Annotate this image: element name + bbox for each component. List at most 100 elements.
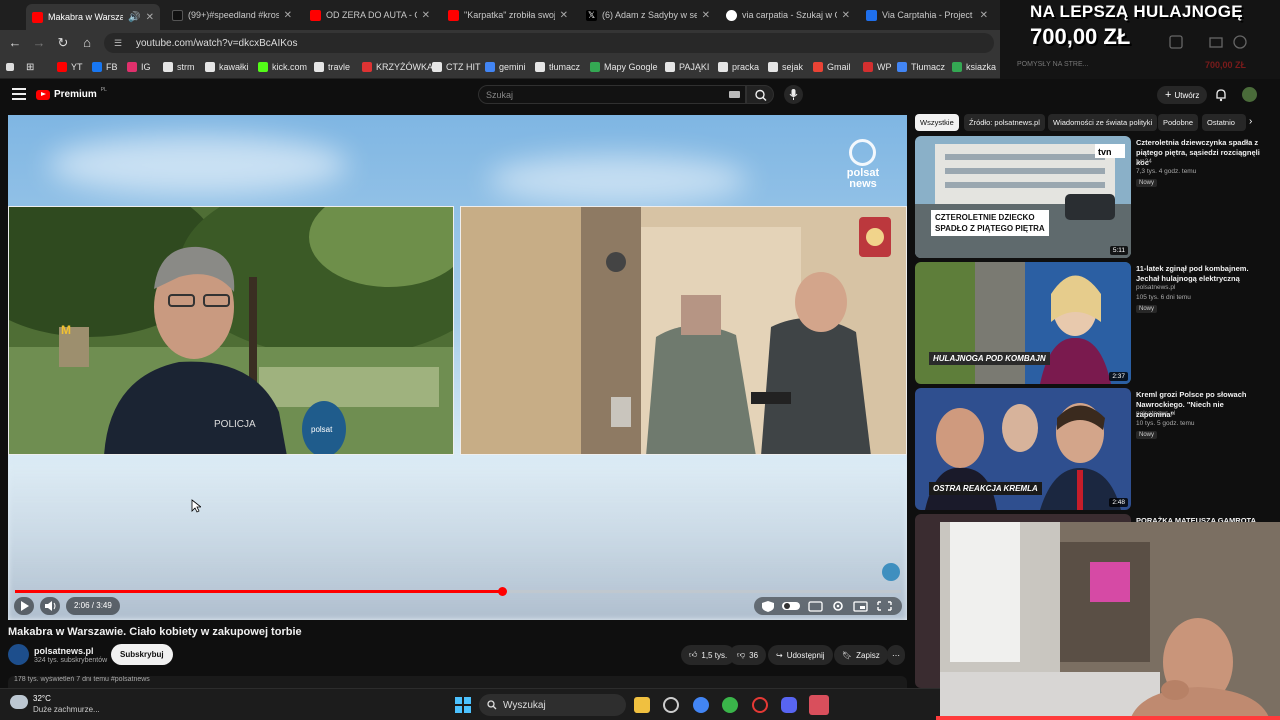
bookmark-item[interactable]: pracka <box>718 60 759 74</box>
channel-name[interactable]: polsatnews.pl <box>34 646 94 656</box>
bookmark-item[interactable]: ksiazka <box>952 60 996 74</box>
weather-cloud-icon[interactable] <box>10 695 28 709</box>
bookmark-item[interactable]: WP <box>863 60 892 74</box>
close-icon[interactable]: ✕ <box>842 10 850 21</box>
site-info-icon[interactable]: ☰ <box>114 38 124 48</box>
browser-tab[interactable]: Makabra w Warszawie 🔊 ✕ <box>26 4 160 30</box>
chevron-right-icon[interactable]: › <box>1249 116 1252 127</box>
dislike-button[interactable]: 👎︎ 36 <box>729 645 767 665</box>
bookmark-item[interactable]: sejak <box>768 60 803 74</box>
channel-avatar[interactable] <box>8 644 29 665</box>
windows-start-icon[interactable] <box>455 697 471 713</box>
bookmark-item[interactable]: strm <box>163 60 195 74</box>
discord-icon[interactable] <box>781 697 797 713</box>
home-icon[interactable]: ⌂ <box>79 35 95 51</box>
progress-bar-played <box>15 590 502 593</box>
recommended-channel[interactable]: tvn24 <box>1136 158 1152 165</box>
streaming-app-icon[interactable] <box>809 695 829 715</box>
chip-recent[interactable]: Ostatnio <box>1202 114 1246 131</box>
progress-scrubber[interactable] <box>498 587 507 596</box>
bookmark-label: ksiazka <box>966 62 997 72</box>
bookmark-item[interactable]: kick.com <box>258 60 307 74</box>
save-button[interactable]: 🔖︎ Zapisz <box>834 645 888 665</box>
bookmark-item[interactable]: tłumacz <box>535 60 580 74</box>
voice-search-button[interactable] <box>784 85 803 104</box>
bookmark-item[interactable]: kawałki <box>205 60 249 74</box>
taskbar-search[interactable]: Wyszukaj <box>479 694 626 716</box>
weather-temperature[interactable]: 32°C <box>33 694 51 703</box>
share-button[interactable]: ↪ Udostępnij <box>768 645 833 665</box>
account-avatar[interactable] <box>1242 87 1257 102</box>
recommended-video[interactable]: HULAJNOGA POD KOMBAJN 2:37 11-latek zgin… <box>915 262 1265 384</box>
apps-icon[interactable] <box>6 60 14 74</box>
chip-politics[interactable]: Wiadomości ze świata polityki <box>1048 114 1158 131</box>
browser-icon[interactable] <box>722 697 738 713</box>
chip-similar[interactable]: Podobne <box>1158 114 1199 131</box>
close-icon[interactable]: ✕ <box>560 10 568 21</box>
notifications-bell-icon[interactable] <box>1214 88 1228 102</box>
bookmark-icon <box>205 62 215 72</box>
browser-tab[interactable]: via carpatia - Szukaj w Go ✕ <box>720 4 856 26</box>
browser-tab[interactable]: Via Carptahia - Project Th ✕ <box>860 4 994 26</box>
bookmark-item[interactable]: PAJĄKI <box>665 60 709 74</box>
bookmark-item[interactable]: IG <box>127 60 151 74</box>
browser-tab[interactable]: (99+)#speedland #krosno ✕ <box>166 4 298 26</box>
svg-text:polsat: polsat <box>311 425 333 434</box>
bookmark-item[interactable]: Tłumacz <box>897 60 945 74</box>
like-button[interactable]: 👍︎ 1,5 tys. <box>681 645 736 665</box>
hamburger-menu-icon[interactable] <box>12 88 26 100</box>
browser-tab[interactable]: OD ZERA DO AUTA - ODC ✕ <box>304 4 436 26</box>
close-icon[interactable]: ✕ <box>422 10 430 21</box>
recommended-channel[interactable]: polsatnews.pl <box>1136 410 1175 417</box>
subscribe-button[interactable]: Subskrybuj <box>111 644 173 665</box>
youtube-icon <box>32 11 43 23</box>
bookmark-item[interactable]: Gmail <box>813 60 851 74</box>
mute-button[interactable] <box>40 597 60 615</box>
keyboard-icon[interactable] <box>729 91 740 98</box>
chrome-icon[interactable] <box>693 697 709 713</box>
opera-icon[interactable] <box>752 697 768 713</box>
bookmark-item[interactable]: YT <box>57 60 83 74</box>
weather-description[interactable]: Duże zachmurze... <box>33 705 100 714</box>
browser-tab[interactable]: "Karpatka" zrobiła swoje ✕ <box>442 4 574 26</box>
recommended-video[interactable]: tvn CZTEROLETNIE DZIECKO SPADŁO Z PIĄTEG… <box>915 136 1265 258</box>
video-thumbnail[interactable]: HULAJNOGA POD KOMBAJN 2:37 <box>915 262 1131 384</box>
search-button[interactable] <box>746 85 774 104</box>
bookmark-item[interactable]: FB <box>92 60 118 74</box>
close-icon[interactable]: ✕ <box>980 10 988 21</box>
chip-all[interactable]: Wszystkie <box>915 114 959 131</box>
app-icon[interactable] <box>663 697 679 713</box>
bookmark-item[interactable]: travle <box>314 60 350 74</box>
back-icon[interactable]: ← <box>7 35 23 51</box>
recommended-title[interactable]: Czteroletnia dziewczynka spadła z piąteg… <box>1136 138 1261 168</box>
bookmark-item[interactable]: KRZYŻÓWKA <box>362 60 433 74</box>
recommended-video[interactable]: OSTRA REAKCJA KREMLA 2:48 Kreml grozi Po… <box>915 388 1265 510</box>
bookmark-item[interactable]: CTZ HIT <box>432 60 481 74</box>
recommended-video[interactable]: PORAŻKA MATEUSZA GAMROTA W <box>915 514 1265 688</box>
play-button[interactable] <box>14 597 34 615</box>
chip-source[interactable]: Źródło: polsatnews.pl <box>964 114 1045 131</box>
forward-icon[interactable]: → <box>31 35 47 51</box>
youtube-logo[interactable]: Premium PL <box>36 87 107 100</box>
search-input[interactable]: Szukaj <box>478 85 746 104</box>
video-thumbnail[interactable]: tvn CZTEROLETNIE DZIECKO SPADŁO Z PIĄTEG… <box>915 136 1131 258</box>
apps-grid-icon[interactable]: ⊞ <box>26 60 34 74</box>
bookmark-item[interactable]: Mapy Google <box>590 60 658 74</box>
recommended-title[interactable]: 11-latek zginął pod kombajnem. Jechał hu… <box>1136 264 1261 284</box>
bookmark-icon <box>665 62 675 72</box>
thumbs-down-icon: 👎︎ <box>737 650 746 659</box>
browser-tab[interactable]: 𝕏 (6) Adam z Sadyby w serw ✕ <box>580 4 716 26</box>
reload-icon[interactable]: ↻ <box>55 35 71 51</box>
address-bar[interactable]: ☰ youtube.com/watch?v=dkcxBcAIKos <box>104 33 994 53</box>
create-button[interactable]: + Utwórz <box>1157 86 1208 104</box>
video-player[interactable]: polsat news M POLICJA polsat 2:06 / 3:49 <box>8 115 907 620</box>
close-icon[interactable]: ✕ <box>284 10 292 21</box>
file-explorer-icon[interactable] <box>634 697 650 713</box>
video-thumbnail[interactable]: OSTRA REAKCJA KREMLA 2:48 <box>915 388 1131 510</box>
more-actions-button[interactable]: ⋯ <box>887 645 905 665</box>
close-icon[interactable]: ✕ <box>146 12 154 23</box>
close-icon[interactable]: ✕ <box>702 10 710 21</box>
bookmark-item[interactable]: gemini <box>485 60 526 74</box>
recommended-channel[interactable]: polsatnews.pl <box>1136 284 1175 291</box>
video-description-peek[interactable]: 178 tys. wyświetleń 7 dni temu #polsatne… <box>8 676 907 688</box>
